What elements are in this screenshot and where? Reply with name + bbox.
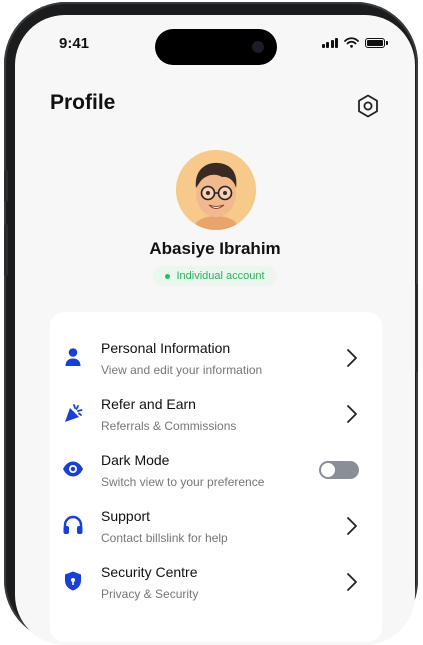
user-name: Abasiye Ibrahim xyxy=(149,239,281,258)
account-badge-wrap: Individual account xyxy=(15,266,415,286)
menu-item-subtitle: View and edit your information xyxy=(101,363,263,377)
refer-icon xyxy=(65,404,83,422)
screen: 9:41 Profile Abasiye Ibrahim Individual … xyxy=(15,15,415,645)
shield-icon xyxy=(65,571,81,591)
menu-item-title: Personal Information xyxy=(101,340,231,356)
profile-menu: Personal Information View and edit your … xyxy=(50,312,382,642)
menu-item-title: Security Centre xyxy=(101,564,198,580)
phone-frame: 9:41 Profile Abasiye Ibrahim Individual … xyxy=(4,2,418,645)
mute-switch xyxy=(4,170,8,202)
user-icon xyxy=(65,348,81,366)
dark-mode-toggle[interactable] xyxy=(319,461,359,479)
chevron-right-icon xyxy=(347,349,357,367)
volume-button xyxy=(4,224,8,276)
memoji-avatar-icon xyxy=(176,150,256,230)
menu-item-security-centre[interactable]: Security Centre Privacy & Security xyxy=(50,556,382,612)
menu-item-support[interactable]: Support Contact billslink for help xyxy=(50,500,382,556)
menu-item-title: Support xyxy=(101,508,151,524)
menu-item-subtitle: Privacy & Security xyxy=(101,587,199,601)
chevron-right-icon xyxy=(347,573,357,591)
battery-icon xyxy=(365,37,388,48)
wifi-icon xyxy=(344,37,359,48)
menu-item-subtitle: Contact billslink for help xyxy=(101,531,228,545)
settings-icon[interactable] xyxy=(354,92,382,120)
eye-icon xyxy=(63,461,83,477)
account-type-label: Individual account xyxy=(176,270,265,282)
page-title: Profile xyxy=(50,91,116,114)
menu-item-subtitle: Referrals & Commissions xyxy=(101,419,237,433)
chevron-right-icon xyxy=(347,517,357,535)
account-type-badge: Individual account xyxy=(153,266,277,286)
menu-item-refer-and-earn[interactable]: Refer and Earn Referrals & Commissions xyxy=(50,388,382,444)
avatar xyxy=(176,150,256,230)
menu-item-personal-information[interactable]: Personal Information View and edit your … xyxy=(50,332,382,388)
menu-item-title: Dark Mode xyxy=(101,452,170,468)
headphones-icon xyxy=(63,515,83,534)
status-bar: 9:41 xyxy=(15,15,415,71)
status-icons xyxy=(321,37,388,48)
menu-item-subtitle: Switch view to your preference xyxy=(101,475,265,489)
toggle-knob xyxy=(321,463,335,477)
menu-item-title: Refer and Earn xyxy=(101,396,196,412)
menu-item-dark-mode: Dark Mode Switch view to your preference xyxy=(50,444,382,500)
chevron-right-icon xyxy=(347,405,357,423)
dynamic-island xyxy=(155,29,277,65)
signal-icon xyxy=(321,37,338,48)
status-time: 9:41 xyxy=(59,35,90,52)
status-dot-icon xyxy=(165,273,171,279)
